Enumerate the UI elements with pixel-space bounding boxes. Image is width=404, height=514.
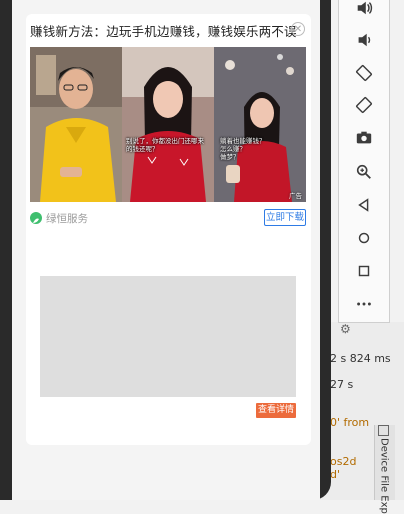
overview-icon[interactable] xyxy=(339,255,389,287)
ide-log-text: 27 s xyxy=(330,378,354,391)
device-file-explorer-tab[interactable]: Device File Exp xyxy=(374,425,395,514)
video-subtitle: 做梦？ xyxy=(220,153,240,161)
video-subtitle: 的钱还呢？ xyxy=(126,145,159,153)
more-icon[interactable] xyxy=(339,288,389,320)
download-button[interactable]: 立即下载 xyxy=(264,209,306,226)
view-details-button[interactable]: 查看详情 xyxy=(256,403,296,418)
rotate-left-icon[interactable] xyxy=(339,57,389,89)
rotate-right-icon[interactable] xyxy=(339,89,389,121)
ad-photo-illustration xyxy=(30,47,306,202)
video-subtitle: 别说了，你都没出门还哪来 xyxy=(126,137,204,145)
ide-log-text: 0' from xyxy=(330,416,370,429)
close-icon[interactable]: ✕ xyxy=(291,22,305,36)
zoom-icon[interactable] xyxy=(339,156,389,188)
back-icon[interactable] xyxy=(339,189,389,221)
side-tab-label: Device File Exp xyxy=(378,438,390,514)
video-subtitle: 怎么赚？ xyxy=(220,145,246,153)
emulator-toolbar xyxy=(338,0,390,323)
gear-icon[interactable]: ⚙ xyxy=(340,322,351,336)
ad-image-placeholder xyxy=(40,276,296,397)
ide-log-text: os2d xyxy=(330,455,357,468)
folder-icon xyxy=(378,425,389,436)
ide-log-text: 2 s 824 ms xyxy=(330,352,391,365)
brand-logo-icon xyxy=(30,212,42,224)
volume-up-icon[interactable] xyxy=(339,0,389,24)
volume-down-icon[interactable] xyxy=(339,24,389,56)
ad-title: 赚钱新方法：边玩手机边赚钱，赚钱娱乐两不误 xyxy=(30,24,297,39)
video-subtitle: 躺着也能赚钱？ xyxy=(220,137,266,145)
camera-icon[interactable] xyxy=(339,122,389,154)
advertiser-name: 绿恒服务 xyxy=(46,213,88,225)
home-icon[interactable] xyxy=(339,222,389,254)
ad-image[interactable]: 别说了，你都没出门还哪来 的钱还呢？ 躺着也能赚钱？ 怎么赚？ 做梦？ 广告 xyxy=(30,47,306,202)
ide-log-text: d' xyxy=(330,468,341,481)
ad-tag: 广告 xyxy=(289,192,302,200)
